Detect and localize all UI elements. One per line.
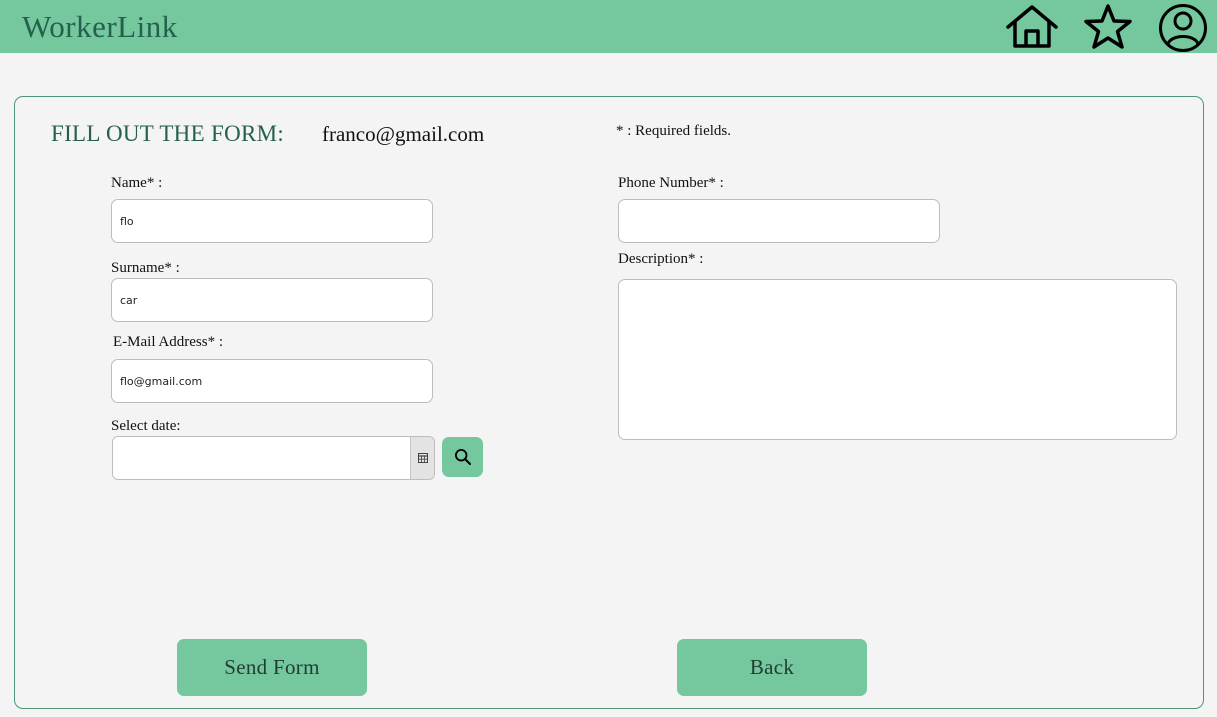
home-icon[interactable] [1004,2,1060,52]
date-input[interactable] [113,437,410,479]
email-label: E-Mail Address* : [113,334,223,350]
phone-label: Phone Number* : [618,175,724,191]
surname-label: Surname* : [111,260,180,276]
send-form-button[interactable]: Send Form [177,639,367,696]
description-textarea[interactable] [618,279,1177,440]
search-icon [454,448,471,465]
star-icon[interactable] [1080,2,1136,52]
form-heading: FILL OUT THE FORM: [51,121,285,146]
top-bar: WorkerLink [0,0,1217,53]
name-input[interactable] [111,199,433,243]
date-label: Select date: [111,418,181,434]
required-fields-note: * : Required fields. [616,123,731,139]
app-title: WorkerLink [22,9,178,44]
calendar-icon [417,453,428,463]
date-search-button[interactable] [442,437,483,477]
back-button[interactable]: Back [677,639,867,696]
calendar-picker-button[interactable] [410,437,434,479]
user-profile-icon[interactable] [1155,2,1211,52]
user-email: franco@gmail.com [322,122,485,146]
date-field [112,436,435,480]
email-input[interactable] [111,359,433,403]
description-label: Description* : [618,251,704,267]
phone-input[interactable] [618,199,940,243]
name-label: Name* : [111,175,163,191]
surname-input[interactable] [111,278,433,322]
